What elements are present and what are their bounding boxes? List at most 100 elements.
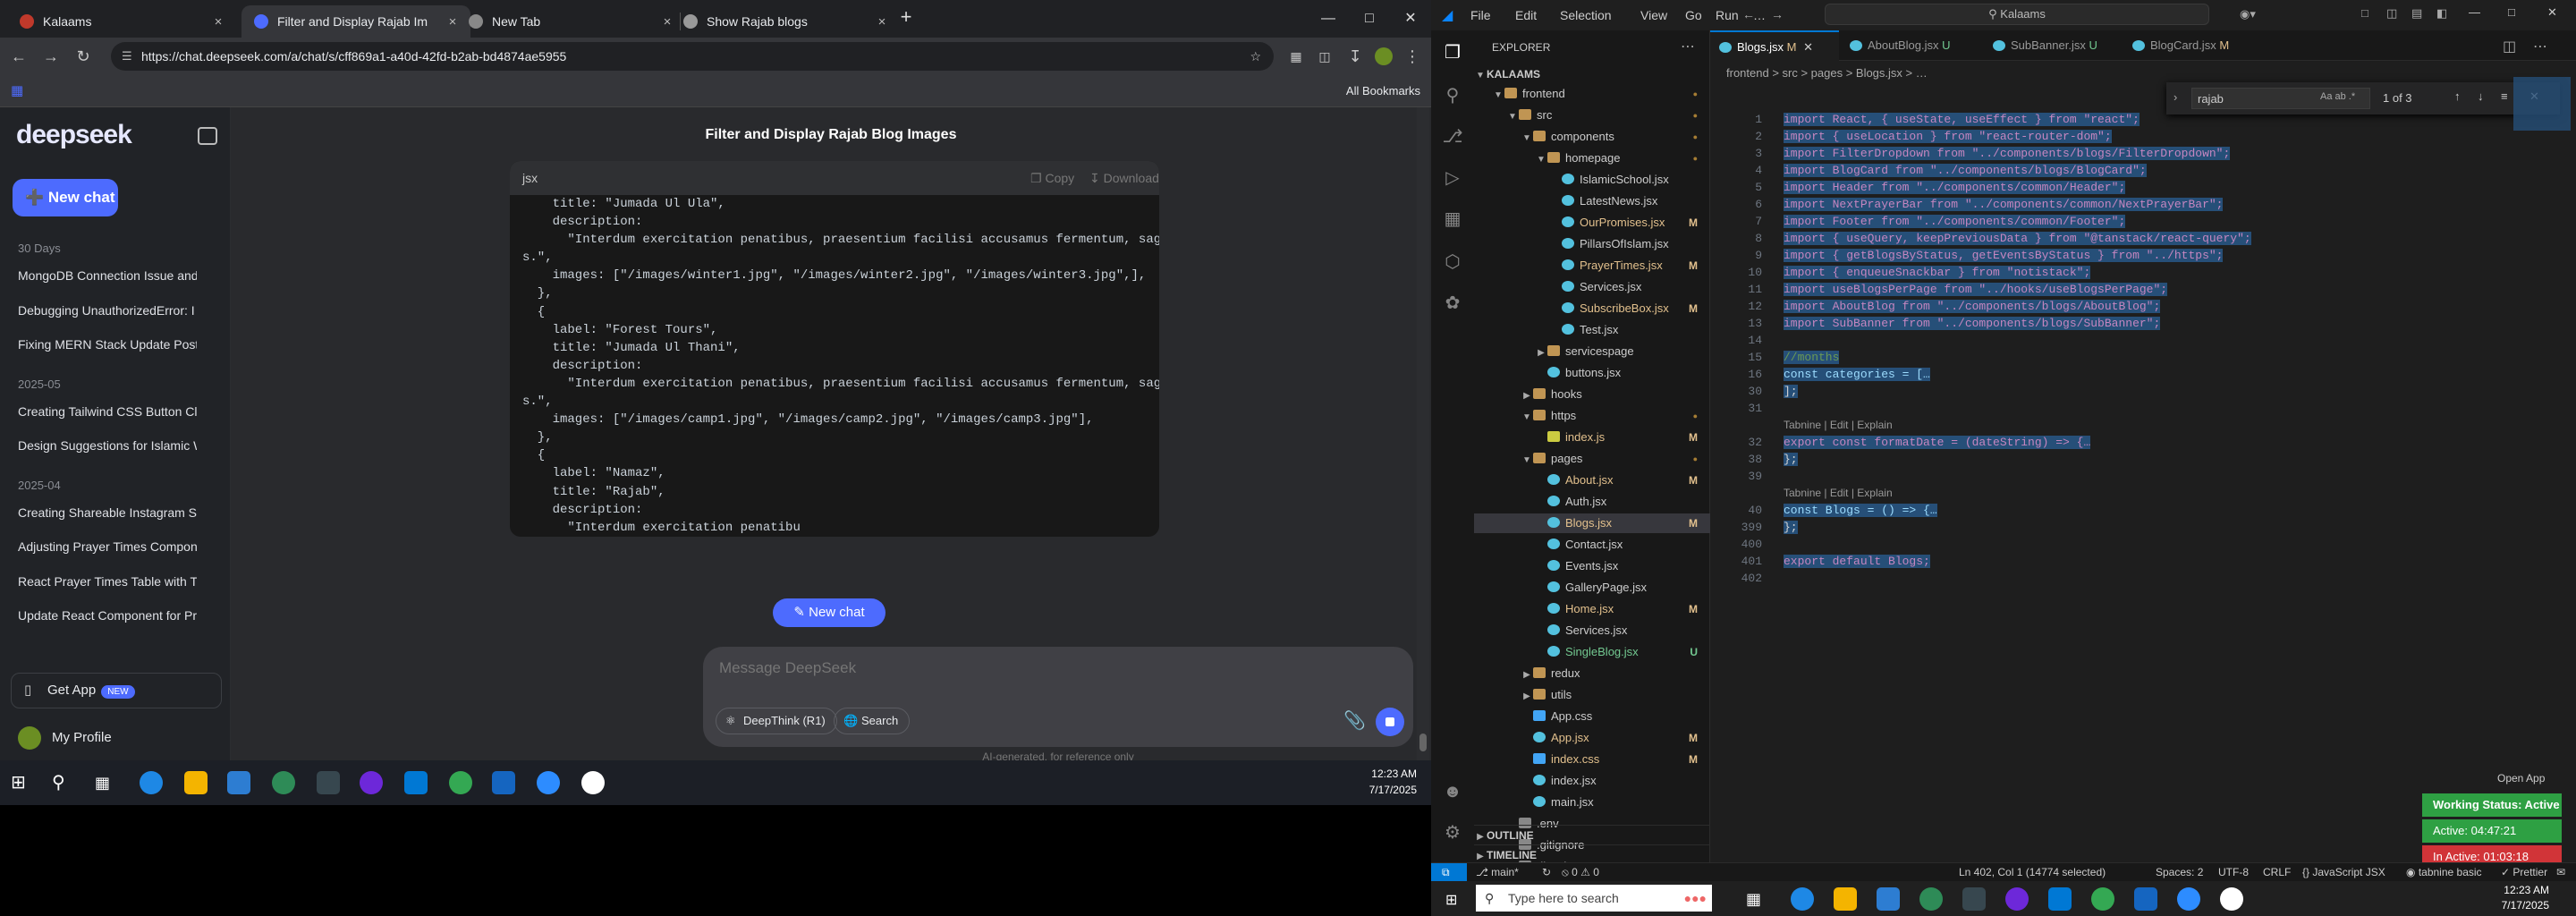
task-view-icon[interactable]: ▦ [1746,887,1769,911]
download-button[interactable]: ↧ Download [1089,161,1159,195]
history-item[interactable]: MongoDB Connection Issue and [18,268,197,283]
taskbar-search-box[interactable]: ⚲ Type here to search ●●● [1476,885,1712,912]
history-item[interactable]: Debugging UnauthorizedError: I [18,303,197,318]
command-center-search[interactable]: ⚲ Kalaams [1825,4,2209,25]
downloads-icon[interactable]: ↧ [1343,45,1367,68]
github-desktop-icon[interactable] [2005,887,2029,911]
branch-icon[interactable]: ⎇ main* [1476,863,1519,881]
tab-new-tab[interactable]: New Tab × [456,5,685,38]
file-contact-jsx[interactable]: Contact.jsx [1474,535,1710,555]
menu-edit[interactable]: Edit [1515,8,1537,22]
tab-filter-display-rajab[interactable]: Filter and Display Rajab Im × [242,5,470,38]
folder-redux[interactable]: ▶ redux [1474,664,1710,683]
search-toggle[interactable]: 🌐 Search [834,708,911,734]
tabnine-status[interactable]: ◉ tabnine basic [2406,863,2482,881]
mongodb-leaf-icon[interactable]: ✿ [1442,292,1463,313]
task-view-icon[interactable]: ▦ [95,771,118,794]
file-subscribebox-jsx[interactable]: SubscribeBox.jsx M [1474,299,1710,318]
notifications-bell-icon[interactable]: ✉ [2556,863,2565,881]
history-item[interactable]: Design Suggestions for Islamic W [18,438,197,453]
tab-blogs-jsx[interactable]: Blogs.jsx M ✕ [1710,30,1839,61]
file-gallerypage-jsx[interactable]: GalleryPage.jsx [1474,578,1710,598]
zoom-icon[interactable] [537,771,560,794]
address-bar[interactable]: ☰ https://chat.deepseek.com/a/chat/s/cff… [111,42,1274,71]
indentation[interactable]: Spaces: 2 [2156,863,2203,881]
scrollbar-thumb[interactable] [1419,734,1427,751]
menu-file[interactable]: File [1470,8,1491,22]
history-item[interactable]: Adjusting Prayer Times Compon [18,539,197,554]
vscode-icon[interactable] [404,771,428,794]
deepthink-toggle[interactable]: ⚛ DeepThink (R1) [716,708,837,734]
forward-arrow-icon[interactable]: → [39,45,63,68]
prettier-status[interactable]: ✓ Prettier [2501,863,2547,881]
folder-components[interactable]: ▼ components ● [1474,127,1710,147]
menu-view[interactable]: View [1640,8,1667,22]
minimap[interactable] [2513,77,2571,131]
app-icon[interactable] [1962,887,1986,911]
edge-icon[interactable] [1791,887,1814,911]
remote-explorer-icon[interactable]: ⬡ [1442,250,1463,272]
store-icon[interactable] [1877,887,1900,911]
window-close-button[interactable]: ✕ [1390,5,1431,32]
system-clock[interactable]: 12:23 AM 7/17/2025 [2502,883,2549,913]
previous-match-icon[interactable]: ↑ [2454,89,2461,103]
my-profile[interactable]: My Profile [18,725,112,751]
folder-utils[interactable]: ▶ utils [1474,685,1710,705]
app-icon[interactable] [317,771,340,794]
file-islamicschool-jsx[interactable]: IslamicSchool.jsx [1474,170,1710,190]
chevron-right-icon[interactable]: › [2174,90,2177,104]
vscode-icon[interactable] [2048,887,2072,911]
folder-hooks[interactable]: ▶ hooks [1474,385,1710,404]
menu-go[interactable]: Go [1685,8,1702,22]
manage-gear-icon[interactable]: ⚙ [1442,821,1463,843]
photos-icon[interactable] [2134,887,2157,911]
back-arrow-icon[interactable]: ← [1742,7,1755,21]
sidepanel-icon[interactable]: ◫ [1313,45,1336,68]
file-events-jsx[interactable]: Events.jsx [1474,556,1710,576]
folder-homepage[interactable]: ▼ homepage ● [1474,148,1710,168]
file-index-css[interactable]: index.css M [1474,750,1710,769]
maximize-button[interactable]: □ [1349,5,1390,32]
next-match-icon[interactable]: ↓ [2478,89,2484,103]
chrome-profile-icon[interactable] [449,771,472,794]
github-desktop-icon[interactable] [360,771,383,794]
folder-servicespage[interactable]: ▶ servicespage [1474,342,1710,361]
chrome-menu-icon[interactable]: ⋮ [1401,45,1424,68]
tab-subbanner-jsx[interactable]: SubBanner.jsx U [1984,30,2123,61]
windows-start-icon[interactable]: ⊞ [1445,891,1457,909]
copy-button[interactable]: ❐ Copy [1030,161,1074,195]
file-auth-jsx[interactable]: Auth.jsx [1474,492,1710,512]
stop-generation-button[interactable] [1376,708,1404,736]
history-item[interactable]: Fixing MERN Stack Update Post I [18,337,197,352]
folder-https[interactable]: ▼ https ● [1474,406,1710,426]
language-mode[interactable]: {} JavaScript JSX [2302,863,2385,881]
new-chat-button[interactable]: ➕ New chat [13,179,118,216]
tab-show-rajab-blogs[interactable]: Show Rajab blogs × [671,5,900,38]
chrome-icon[interactable] [272,771,295,794]
extension-icon[interactable]: ▦ [1284,45,1308,68]
file-latestnews-jsx[interactable]: LatestNews.jsx [1474,191,1710,211]
folder-pages[interactable]: ▼ pages ● [1474,449,1710,469]
minimize-button[interactable]: — [2469,5,2480,19]
line-endings[interactable]: CRLF [2263,863,2291,881]
more-actions-icon[interactable]: ⋯ [1681,38,1695,55]
reload-icon[interactable]: ↻ [72,45,95,68]
maximize-button[interactable]: □ [2508,5,2515,19]
file-home-jsx[interactable]: Home.jsx M [1474,599,1710,619]
extensions-icon[interactable]: ▦ [1442,208,1463,229]
menu-more[interactable]: … [1753,8,1766,22]
file-buttons-jsx[interactable]: buttons.jsx [1474,363,1710,383]
windows-start-icon[interactable]: ⊞ [11,771,34,794]
window-close-button[interactable]: ✕ [2547,5,2557,20]
file-prayertimes-jsx[interactable]: PrayerTimes.jsx M [1474,256,1710,276]
run-debug-icon[interactable]: ▷ [1442,166,1463,188]
app-icon[interactable] [2220,887,2243,911]
history-item[interactable]: Creating Shareable Instagram St [18,505,197,520]
breadcrumb[interactable]: frontend > src > pages > Blogs.jsx > … [1726,66,1928,80]
chrome-profile-icon[interactable] [2091,887,2114,911]
page-scrollbar[interactable] [1417,107,1429,760]
file-explorer-icon[interactable] [1834,887,1857,911]
system-clock[interactable]: 12:23 AM 7/17/2025 [1369,766,1417,798]
find-in-selection-icon[interactable]: ≡ [2501,89,2508,103]
accounts-icon[interactable]: ☻ [1442,782,1463,803]
